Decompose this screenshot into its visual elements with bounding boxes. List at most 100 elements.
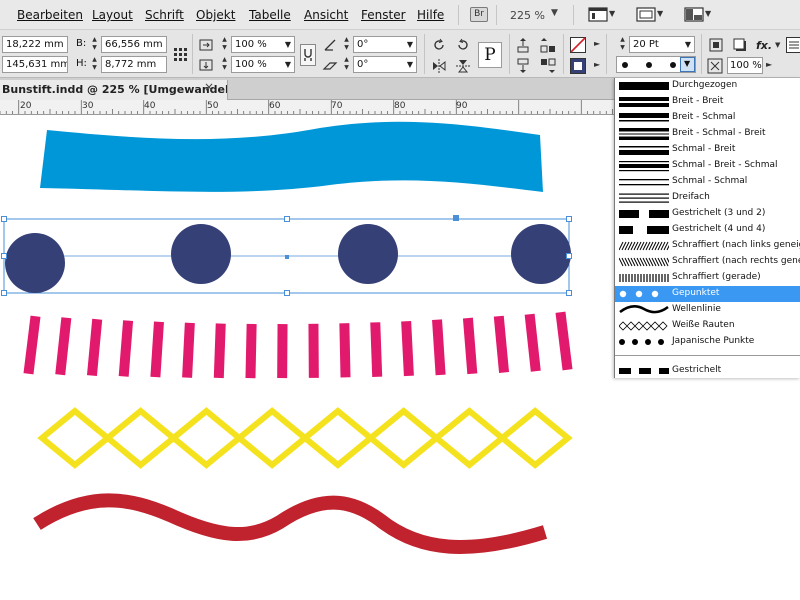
stroke-type-option[interactable]: Weiße Rauten xyxy=(615,318,800,334)
pink-dash[interactable] xyxy=(462,317,478,375)
stroke-type-option[interactable]: Gestrichelt (4 und 4) xyxy=(615,222,800,238)
pink-dash[interactable] xyxy=(55,317,72,376)
stroke-type-dropdown-button[interactable]: ▼ xyxy=(680,57,695,72)
menu-ansicht[interactable]: Ansicht xyxy=(304,8,348,22)
rotation-stepper[interactable]: ▲ ▼ xyxy=(342,36,351,53)
stroke-type-option[interactable]: Schraffiert (gerade) xyxy=(615,270,800,286)
height-stepper[interactable]: ▲ ▼ xyxy=(90,56,99,73)
select-previous-object-icon[interactable] xyxy=(540,58,556,74)
chevron-down-icon[interactable]: ▼ xyxy=(609,9,615,18)
pink-dash[interactable] xyxy=(213,323,226,379)
zoom-level[interactable]: 225 % xyxy=(510,9,545,22)
chevron-down-icon[interactable]: ▼ xyxy=(657,9,663,18)
menu-fenster[interactable]: Fenster xyxy=(361,8,406,22)
rotation-field[interactable]: 0° ▼ xyxy=(353,36,417,53)
corner-options-icon[interactable] xyxy=(707,58,723,74)
panel-menu-icon[interactable] xyxy=(786,37,800,53)
pink-dash[interactable] xyxy=(118,320,134,377)
width-field[interactable]: 66,556 mm xyxy=(101,36,167,53)
menu-tabelle[interactable]: Tabelle xyxy=(249,8,291,22)
stroke-type-option[interactable]: Durchgezogen xyxy=(615,78,800,94)
yellow-diamond[interactable] xyxy=(168,407,244,469)
chevron-down-icon[interactable]: ▼ xyxy=(685,37,691,52)
pink-dash[interactable] xyxy=(182,322,195,378)
yellow-diamond[interactable] xyxy=(103,407,179,469)
rotate-clockwise-icon[interactable] xyxy=(431,37,447,53)
yellow-diamond[interactable] xyxy=(366,407,442,469)
pink-dash[interactable] xyxy=(432,319,446,376)
stroke-type-option[interactable]: Gepunktet xyxy=(615,286,800,302)
stroke-type-option[interactable]: Breit - Breit xyxy=(615,94,800,110)
view-options-icon[interactable] xyxy=(588,7,608,22)
red-wave-stroke[interactable] xyxy=(33,493,548,555)
pink-dash[interactable] xyxy=(23,315,41,375)
flip-vertical-icon[interactable] xyxy=(455,58,471,74)
resize-handle[interactable] xyxy=(1,216,7,222)
select-container-icon[interactable] xyxy=(515,37,531,53)
pink-dash[interactable] xyxy=(555,311,573,371)
arrange-documents-icon[interactable] xyxy=(684,7,704,22)
chevron-down-icon[interactable]: ▼ xyxy=(551,8,558,18)
center-point[interactable] xyxy=(285,255,289,259)
resize-handle[interactable] xyxy=(1,253,7,259)
stroke-type-option[interactable]: Dreifach xyxy=(615,190,800,206)
pink-dash[interactable] xyxy=(86,318,103,377)
stroke-type-option[interactable]: Schmal - Breit xyxy=(615,142,800,158)
scale-y-stepper[interactable]: ▲ ▼ xyxy=(220,56,229,73)
fill-none-swatch[interactable] xyxy=(570,37,586,53)
opacity-field[interactable]: 100 % xyxy=(727,57,763,74)
pink-dash[interactable] xyxy=(150,321,164,378)
resize-handle[interactable] xyxy=(566,253,572,259)
chevron-down-icon[interactable]: ▼ xyxy=(705,9,711,18)
y-position-field[interactable]: 145,631 mm xyxy=(2,56,68,73)
pink-dash[interactable] xyxy=(245,323,257,379)
stroke-type-option[interactable]: Breit - Schmal - Breit xyxy=(615,126,800,142)
resize-handle[interactable] xyxy=(284,290,290,296)
yellow-diamond[interactable] xyxy=(234,407,310,469)
x-position-field[interactable]: 18,222 mm xyxy=(2,36,68,53)
chevron-down-icon[interactable]: ▼ xyxy=(775,41,780,49)
stroke-type-option[interactable]: Schraffiert (nach links geneigt) xyxy=(615,238,800,254)
document-tab[interactable]: Bunstift.indd @ 225 % [Umgewandelt] xyxy=(0,80,228,100)
pink-dash[interactable] xyxy=(339,323,351,378)
resize-handle[interactable] xyxy=(1,290,7,296)
shear-field[interactable]: 0° ▼ xyxy=(353,56,417,73)
menu-hilfe[interactable]: Hilfe xyxy=(417,8,444,22)
flip-horizontal-icon[interactable] xyxy=(431,58,447,74)
menu-objekt[interactable]: Objekt xyxy=(196,8,235,22)
stroke-type-option[interactable]: Gestrichelt (3 und 2) xyxy=(615,206,800,222)
stroke-type-option[interactable]: Breit - Schmal xyxy=(615,110,800,126)
height-field[interactable]: 8,772 mm xyxy=(101,56,167,73)
resize-handle[interactable] xyxy=(566,216,572,222)
bridge-button[interactable]: Br xyxy=(470,7,488,22)
pink-dash[interactable] xyxy=(308,323,319,378)
frame-edge-handle[interactable] xyxy=(453,215,459,221)
pink-dash[interactable] xyxy=(277,324,288,379)
yellow-diamond[interactable] xyxy=(497,407,573,469)
stroke-type-option[interactable]: Japanische Punkte xyxy=(615,334,800,350)
chevron-down-icon[interactable]: ▼ xyxy=(407,57,413,72)
stroke-type-option[interactable]: Schmal - Schmal xyxy=(615,174,800,190)
resize-handle[interactable] xyxy=(566,290,572,296)
stroke-color-swatch[interactable] xyxy=(570,58,586,74)
select-content-icon[interactable] xyxy=(515,58,531,74)
navy-dot[interactable] xyxy=(5,233,65,293)
pink-dash[interactable] xyxy=(524,313,541,372)
stroke-type-option[interactable]: Schraffiert (nach rechts geneigt) xyxy=(615,254,800,270)
pink-dashes[interactable] xyxy=(23,311,573,379)
chevron-right-icon[interactable]: ► xyxy=(594,60,600,69)
resize-handle[interactable] xyxy=(284,216,290,222)
menu-layout[interactable]: Layout xyxy=(92,8,133,22)
screen-mode-icon[interactable] xyxy=(636,7,656,22)
paragraph-style-icon[interactable]: P xyxy=(478,42,502,68)
drop-shadow-icon[interactable] xyxy=(732,37,748,53)
yellow-diamonds[interactable] xyxy=(37,407,573,469)
text-wrap-icon[interactable] xyxy=(708,37,724,53)
constrain-proportions-icon[interactable] xyxy=(300,44,316,66)
yellow-diamond[interactable] xyxy=(37,407,113,469)
menu-bearbeiten[interactable]: Bearbeiten xyxy=(17,8,83,22)
close-icon[interactable]: × xyxy=(204,80,214,94)
yellow-diamond[interactable] xyxy=(300,407,376,469)
stroke-type-option[interactable]: Gestrichelt xyxy=(615,363,800,379)
chevron-right-icon[interactable]: ► xyxy=(766,60,772,69)
